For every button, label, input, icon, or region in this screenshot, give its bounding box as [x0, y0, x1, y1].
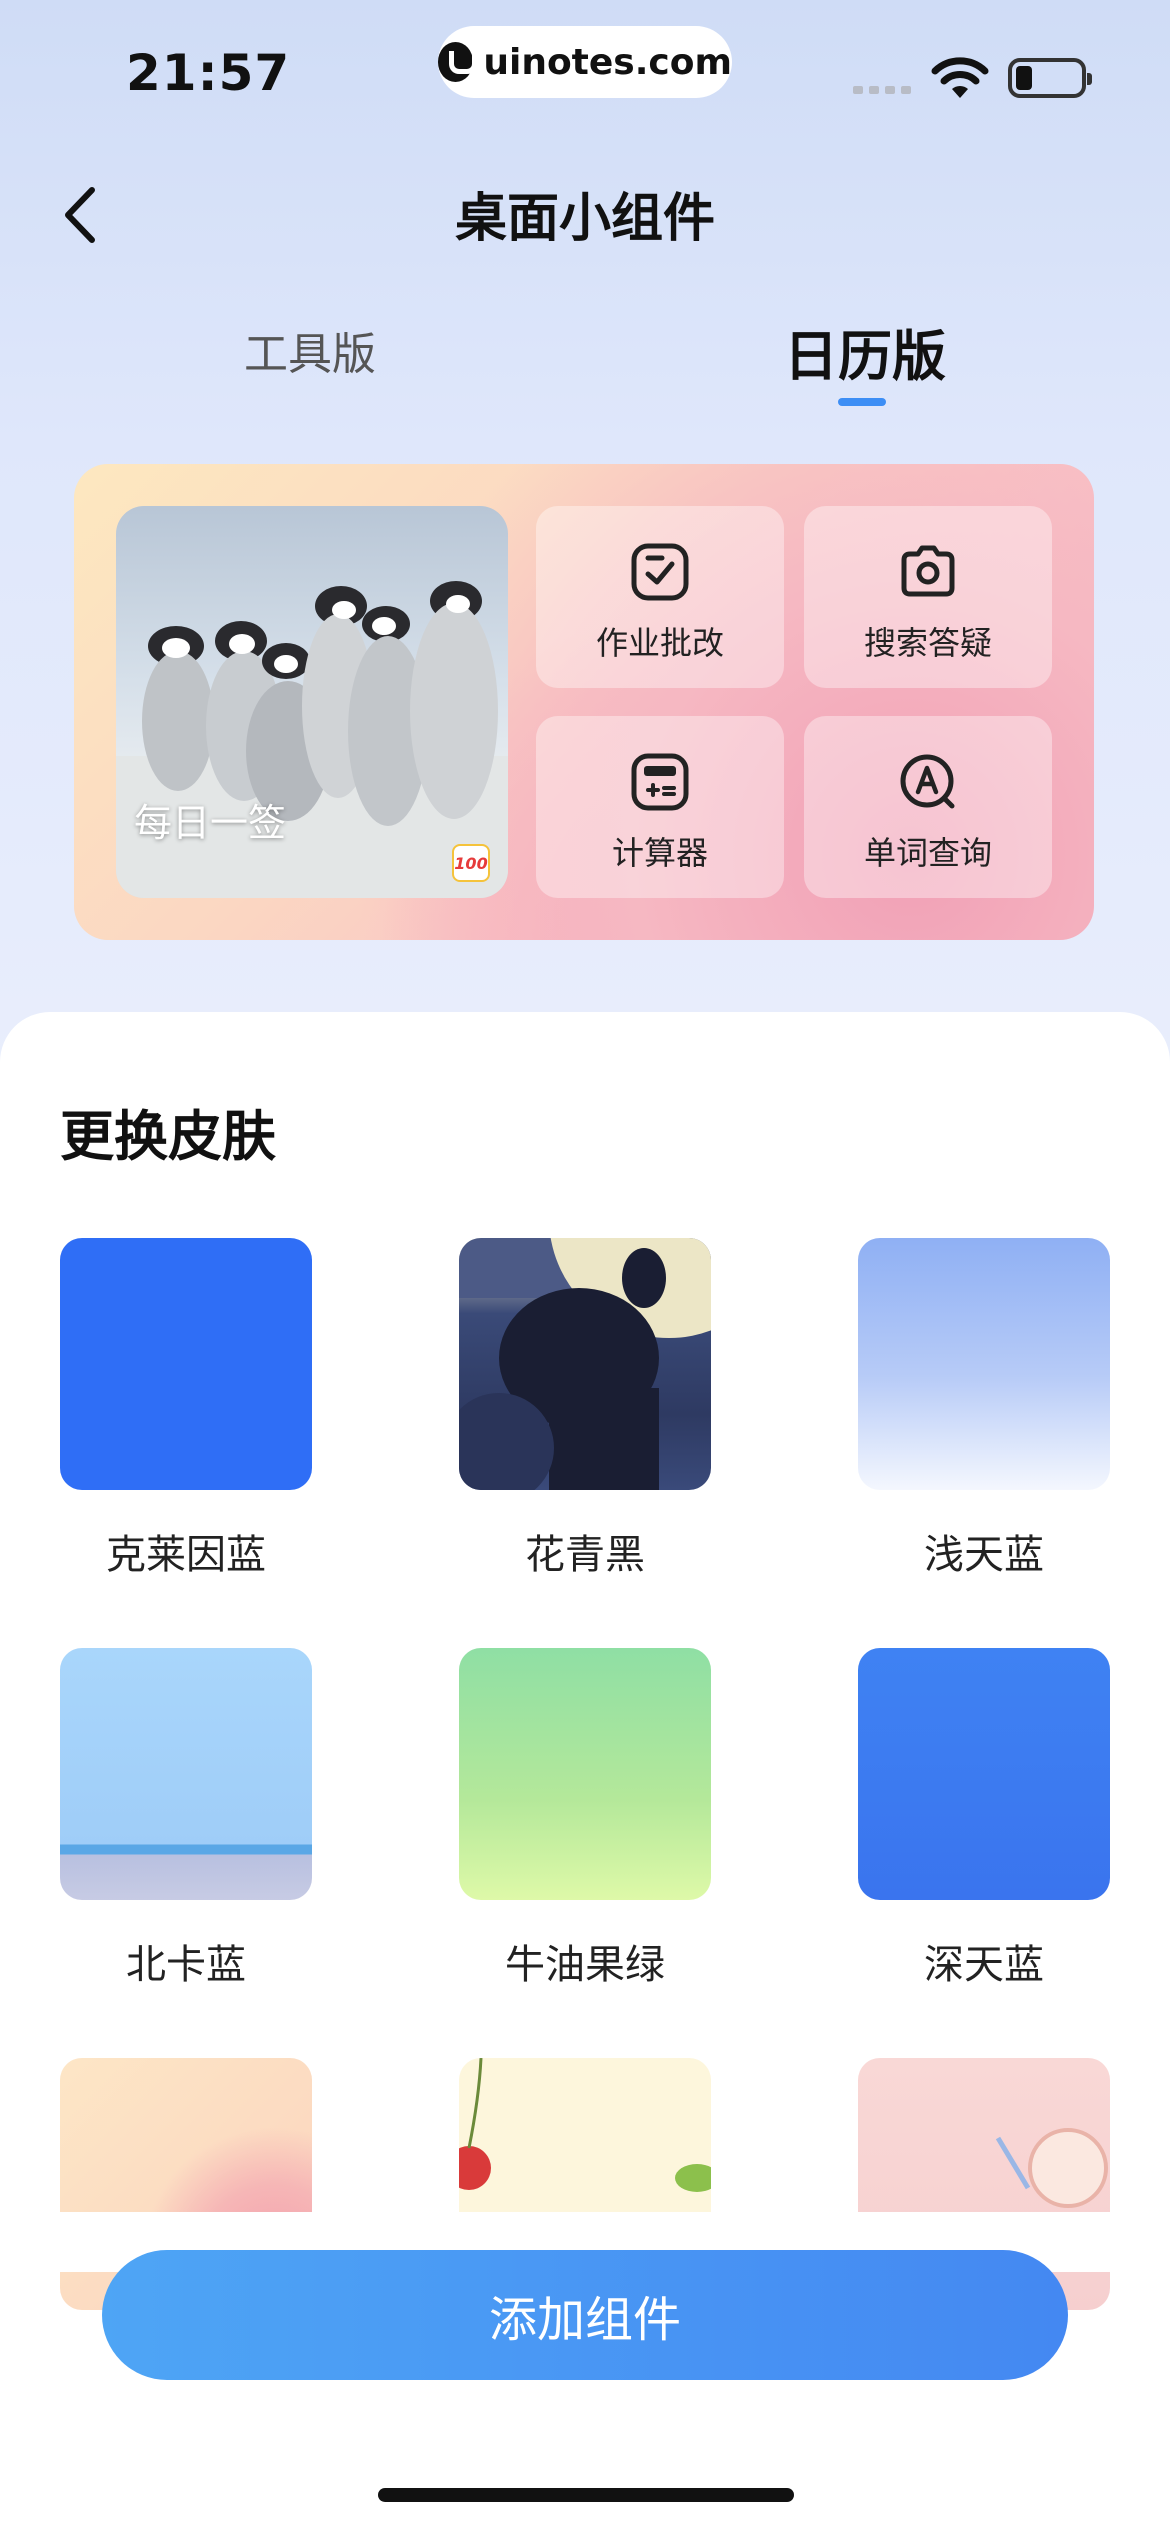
skin-light-sky-blue[interactable] — [858, 1238, 1110, 1490]
tool-label: 计算器 — [611, 834, 708, 872]
calculator-icon — [631, 753, 689, 811]
battery-icon — [1008, 58, 1092, 98]
skin-label: 牛油果绿 — [505, 1942, 665, 1988]
daily-sign-label: 每日一签 — [134, 801, 287, 845]
page-title: 桌面小组件 — [454, 189, 715, 249]
camera-icon — [901, 545, 955, 597]
skin-label: 克莱因蓝 — [106, 1532, 266, 1578]
skin-label: 浅天蓝 — [924, 1532, 1044, 1578]
add-widget-button[interactable]: 添加组件 — [102, 2250, 1068, 2380]
site-logo-icon — [438, 42, 478, 82]
tool-word-search[interactable]: 单词查询 — [804, 716, 1052, 898]
skin-indigo-black[interactable] — [459, 1238, 711, 1490]
skins-title: 更换皮肤 — [60, 1105, 276, 1168]
homework-check-icon — [631, 543, 689, 601]
skin-label: 花青黑 — [525, 1532, 645, 1578]
daily-sign-card[interactable]: 每日一签 100 — [116, 506, 508, 898]
tool-search-answer[interactable]: 搜索答疑 — [804, 506, 1052, 688]
widget-preview: 每日一签 100 作业批改 搜索答疑 计算器 单词查询 — [74, 464, 1094, 940]
skin-label: 深天蓝 — [924, 1942, 1044, 1988]
tool-label: 作业批改 — [595, 624, 724, 662]
url-pill: uinotes.com — [438, 26, 732, 98]
skin-label: 北卡蓝 — [126, 1942, 246, 1988]
cellular-signal-icon — [853, 86, 911, 94]
status-time: 21:57 — [126, 44, 291, 102]
skin-klein-blue[interactable] — [60, 1238, 312, 1490]
silhouette-art — [459, 1238, 711, 1490]
url-text: uinotes.com — [483, 41, 732, 83]
tool-label: 单词查询 — [863, 834, 992, 872]
tool-calculator[interactable]: 计算器 — [536, 716, 784, 898]
wifi-icon — [931, 57, 989, 98]
status-bar: 21:57 uinotes.com — [0, 0, 1170, 130]
app-logo: 100 — [452, 844, 490, 882]
home-indicator — [378, 2488, 794, 2502]
skin-avocado-green[interactable] — [459, 1648, 711, 1900]
word-search-icon — [900, 754, 955, 809]
skin-deep-sky-blue[interactable] — [858, 1648, 1110, 1900]
tab-indicator — [838, 398, 886, 406]
tool-homework-check[interactable]: 作业批改 — [536, 506, 784, 688]
tab-calendar[interactable]: 日历版 — [784, 312, 946, 391]
tool-label: 搜索答疑 — [863, 624, 992, 662]
skin-carolina-blue[interactable] — [60, 1648, 312, 1900]
tab-tools[interactable]: 工具版 — [244, 318, 376, 382]
